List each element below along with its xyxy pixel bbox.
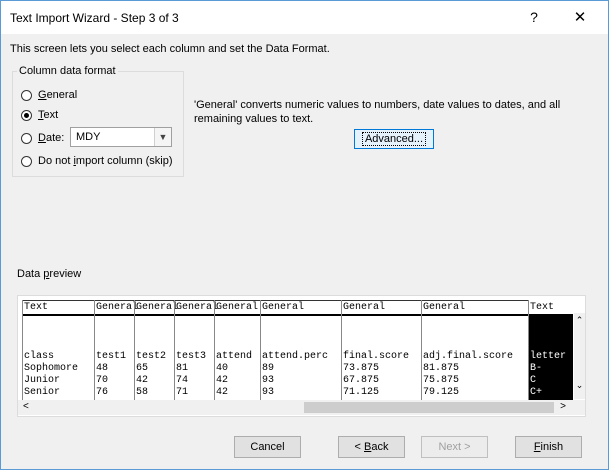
preview-cell: 42	[216, 375, 229, 386]
column-format-header: General	[262, 302, 305, 313]
date-format-value: MDY	[76, 131, 101, 143]
radio-skip-label: Do not import column (skip)	[38, 155, 173, 167]
preview-cell: letter	[530, 351, 567, 362]
horizontal-scroll-thumb[interactable]	[304, 402, 554, 413]
column-format-header: General	[96, 302, 139, 313]
preview-column-selected[interactable]: Text letter B- C C+	[528, 300, 573, 403]
radio-text-label: Text	[38, 109, 59, 121]
preview-cell: 65	[136, 363, 149, 374]
preview-columns: Text class Sophomore Junior Senior Gener…	[22, 300, 573, 403]
preview-cell: class	[24, 351, 55, 362]
column-format-header: General	[216, 302, 259, 313]
preview-cell: 93	[262, 375, 275, 386]
preview-cell: 42	[216, 387, 229, 398]
preview-cell: 79.125	[423, 387, 460, 398]
preview-cell: 58	[136, 387, 149, 398]
preview-column[interactable]: General adj.final.score 81.875 75.875 79…	[421, 300, 528, 403]
preview-column[interactable]: General test3 81 74 71	[174, 300, 218, 403]
radio-general-label: General	[38, 89, 78, 101]
preview-cell: 40	[216, 363, 229, 374]
preview-cell: test2	[136, 351, 167, 362]
preview-cell: 71	[176, 387, 189, 398]
radio-general[interactable]: General	[21, 87, 77, 103]
preview-column[interactable]: General test2 65 42 58	[134, 300, 178, 403]
preview-cell: final.score	[343, 351, 410, 362]
preview-cell: 81.875	[423, 363, 460, 374]
preview-cell: adj.final.score	[423, 351, 514, 362]
preview-cell: Junior	[24, 375, 61, 386]
column-format-header: General	[423, 302, 466, 313]
intro-text: This screen lets you select each column …	[10, 43, 330, 55]
text-import-wizard-dialog: Text Import Wizard - Step 3 of 3 ? ✕ Thi…	[0, 0, 609, 470]
back-button[interactable]: < Back	[338, 436, 405, 458]
radio-date-label: Date:	[38, 132, 65, 144]
preview-cell: 75.875	[423, 375, 460, 386]
radio-text-circle[interactable]	[21, 109, 32, 121]
column-format-header: Text	[24, 302, 49, 313]
advanced-button-label: Advanced...	[361, 132, 427, 146]
preview-cell: C+	[530, 387, 543, 398]
format-description: 'General' converts numeric values to num…	[194, 99, 561, 125]
column-data-format-label: Column data format	[17, 65, 118, 77]
preview-column[interactable]: General attend.perc 89 93 93	[260, 300, 341, 403]
preview-cell: attend	[216, 351, 253, 362]
preview-cell: 42	[136, 375, 149, 386]
radio-text[interactable]: Text	[21, 107, 58, 123]
advanced-button[interactable]: Advanced...	[354, 129, 434, 149]
preview-cell: 70	[96, 375, 109, 386]
vertical-scrollbar[interactable]: ⌃ ⌄	[574, 313, 585, 399]
finish-button[interactable]: Finish	[515, 436, 582, 458]
preview-cell: B-	[530, 363, 543, 374]
preview-cell: 81	[176, 363, 189, 374]
preview-cell: Sophomore	[24, 363, 79, 374]
preview-cell: 71.125	[343, 387, 380, 398]
next-button[interactable]: Next >	[421, 436, 488, 458]
horizontal-scrollbar[interactable]: < >	[18, 400, 585, 415]
preview-column[interactable]: General final.score 73.875 67.875 71.125	[341, 300, 421, 403]
radio-date-circle[interactable]	[21, 132, 32, 144]
scroll-down-icon[interactable]: ⌄	[574, 380, 585, 391]
help-button[interactable]: ?	[511, 1, 557, 34]
preview-cell: test1	[96, 351, 127, 362]
column-format-header: General	[176, 302, 219, 313]
dialog-title: Text Import Wizard - Step 3 of 3	[10, 11, 179, 25]
preview-cell: 76	[96, 387, 109, 398]
cancel-button[interactable]: Cancel	[234, 436, 301, 458]
radio-skip-circle[interactable]	[21, 155, 32, 167]
chevron-down-icon[interactable]: ▼	[154, 128, 171, 146]
preview-cell: attend.perc	[262, 351, 329, 362]
scroll-up-icon[interactable]: ⌃	[574, 315, 585, 326]
column-format-header: Text	[529, 300, 573, 314]
column-format-header: General	[136, 302, 179, 313]
preview-cell: C	[530, 375, 537, 386]
preview-cell: 93	[262, 387, 275, 398]
preview-cell: 67.875	[343, 375, 380, 386]
preview-cell: 89	[262, 363, 275, 374]
data-preview-label: Data preview	[17, 268, 82, 280]
column-format-header: General	[343, 302, 386, 313]
preview-column[interactable]: Text class Sophomore Junior Senior	[22, 300, 94, 403]
preview-cell: 48	[96, 363, 109, 374]
scroll-left-icon[interactable]: <	[23, 401, 29, 412]
preview-column[interactable]: General test1 48 70 76	[94, 300, 138, 403]
preview-cell: Senior	[24, 387, 61, 398]
data-preview-grid[interactable]: Text class Sophomore Junior Senior Gener…	[17, 295, 586, 417]
date-format-select[interactable]: MDY ▼	[70, 127, 172, 147]
scroll-right-icon[interactable]: >	[560, 401, 566, 412]
radio-general-circle[interactable]	[21, 89, 32, 101]
radio-date[interactable]: Date:	[21, 130, 64, 146]
title-bar: Text Import Wizard - Step 3 of 3 ? ✕	[1, 1, 608, 34]
radio-skip[interactable]: Do not import column (skip)	[21, 153, 173, 169]
preview-column[interactable]: General attend 40 42 42	[214, 300, 260, 403]
preview-cell: test3	[176, 351, 207, 362]
preview-cell: 73.875	[343, 363, 380, 374]
preview-cell: 74	[176, 375, 189, 386]
close-button[interactable]: ✕	[557, 1, 603, 34]
